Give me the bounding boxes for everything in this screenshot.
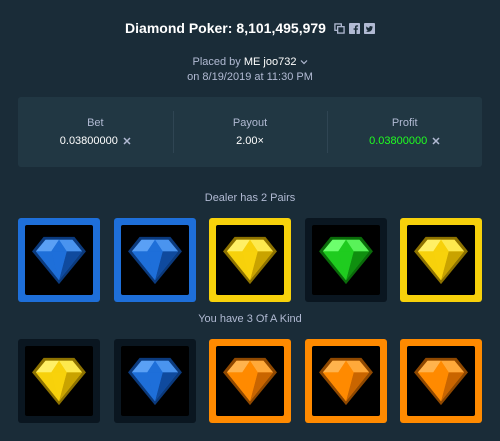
card-face [216, 225, 284, 295]
bet-details-modal: Diamond Poker: 8,101,495,979 Placed by M… [0, 0, 500, 441]
bet-value: 0.03800000 [59, 135, 118, 147]
profit-stat: Profit 0.03800000 [327, 97, 482, 167]
blue-gem-icon [32, 236, 86, 285]
bet-id: 8,101,495,979 [236, 20, 326, 36]
profit-value: 0.03800000 [369, 135, 428, 147]
title-row: Diamond Poker: 8,101,495,979 [0, 20, 500, 36]
share-icons [334, 22, 375, 34]
dealer-card-3 [209, 218, 291, 302]
card-face [407, 225, 475, 295]
orange-gem-icon [318, 357, 373, 406]
profit-label: Profit [391, 117, 418, 129]
dealer-card-4 [304, 218, 387, 302]
blue-gem-icon [127, 236, 182, 285]
twitter-icon[interactable] [363, 22, 375, 34]
payout-label: Payout [232, 117, 268, 129]
currency-icon [123, 137, 131, 145]
payout-value: 2.00× [236, 135, 264, 147]
orange-gem-icon [223, 357, 277, 406]
player-card-4 [304, 339, 387, 423]
chevron-down-icon[interactable] [300, 58, 308, 66]
dealer-card-1 [18, 218, 100, 302]
bet-label: Bet [87, 117, 104, 129]
dealer-card-2 [113, 218, 196, 302]
placed-date: on 8/19/2019 at 11:30 PM [187, 71, 313, 83]
username-link[interactable]: ME joo732 [244, 56, 297, 68]
card-face [25, 346, 93, 416]
placed-info: Placed by ME joo732 on 8/19/2019 at 11:3… [0, 55, 500, 85]
stats-panel: Bet 0.03800000 Payout 2.00× Profit 0.038… [18, 97, 482, 167]
orange-gem-icon [414, 357, 468, 406]
payout-stat: Payout 2.00× [172, 97, 328, 167]
game-title: Diamond Poker: [125, 20, 233, 36]
dealer-hand-label: Dealer has 2 Pairs [204, 192, 296, 204]
card-face [25, 225, 93, 295]
yellow-gem-icon [32, 357, 86, 406]
card-face [216, 346, 284, 416]
card-face [407, 346, 475, 416]
yellow-gem-icon [223, 236, 277, 285]
yellow-gem-icon [414, 236, 468, 285]
bet-stat: Bet 0.03800000 [18, 97, 173, 167]
copy-icon[interactable] [334, 22, 345, 34]
player-card-1 [18, 339, 100, 423]
blue-gem-icon [127, 357, 182, 406]
bet-value-row: 0.03800000 [60, 135, 131, 147]
payout-value-row: 2.00× [236, 135, 264, 147]
player-hand [18, 339, 482, 423]
placed-prefix: Placed by [192, 56, 241, 68]
dealer-card-5 [400, 218, 482, 302]
dealer-hand [18, 218, 482, 302]
player-card-5 [400, 339, 482, 423]
card-face [311, 346, 380, 416]
green-gem-icon [318, 236, 373, 285]
player-hand-label: You have 3 Of A Kind [198, 313, 302, 325]
card-face [120, 225, 189, 295]
player-card-3 [209, 339, 291, 423]
card-face [311, 225, 380, 295]
player-card-2 [113, 339, 196, 423]
facebook-icon[interactable] [348, 22, 360, 34]
profit-value-row: 0.03800000 [369, 135, 440, 147]
currency-icon [432, 137, 440, 145]
card-face [120, 346, 189, 416]
